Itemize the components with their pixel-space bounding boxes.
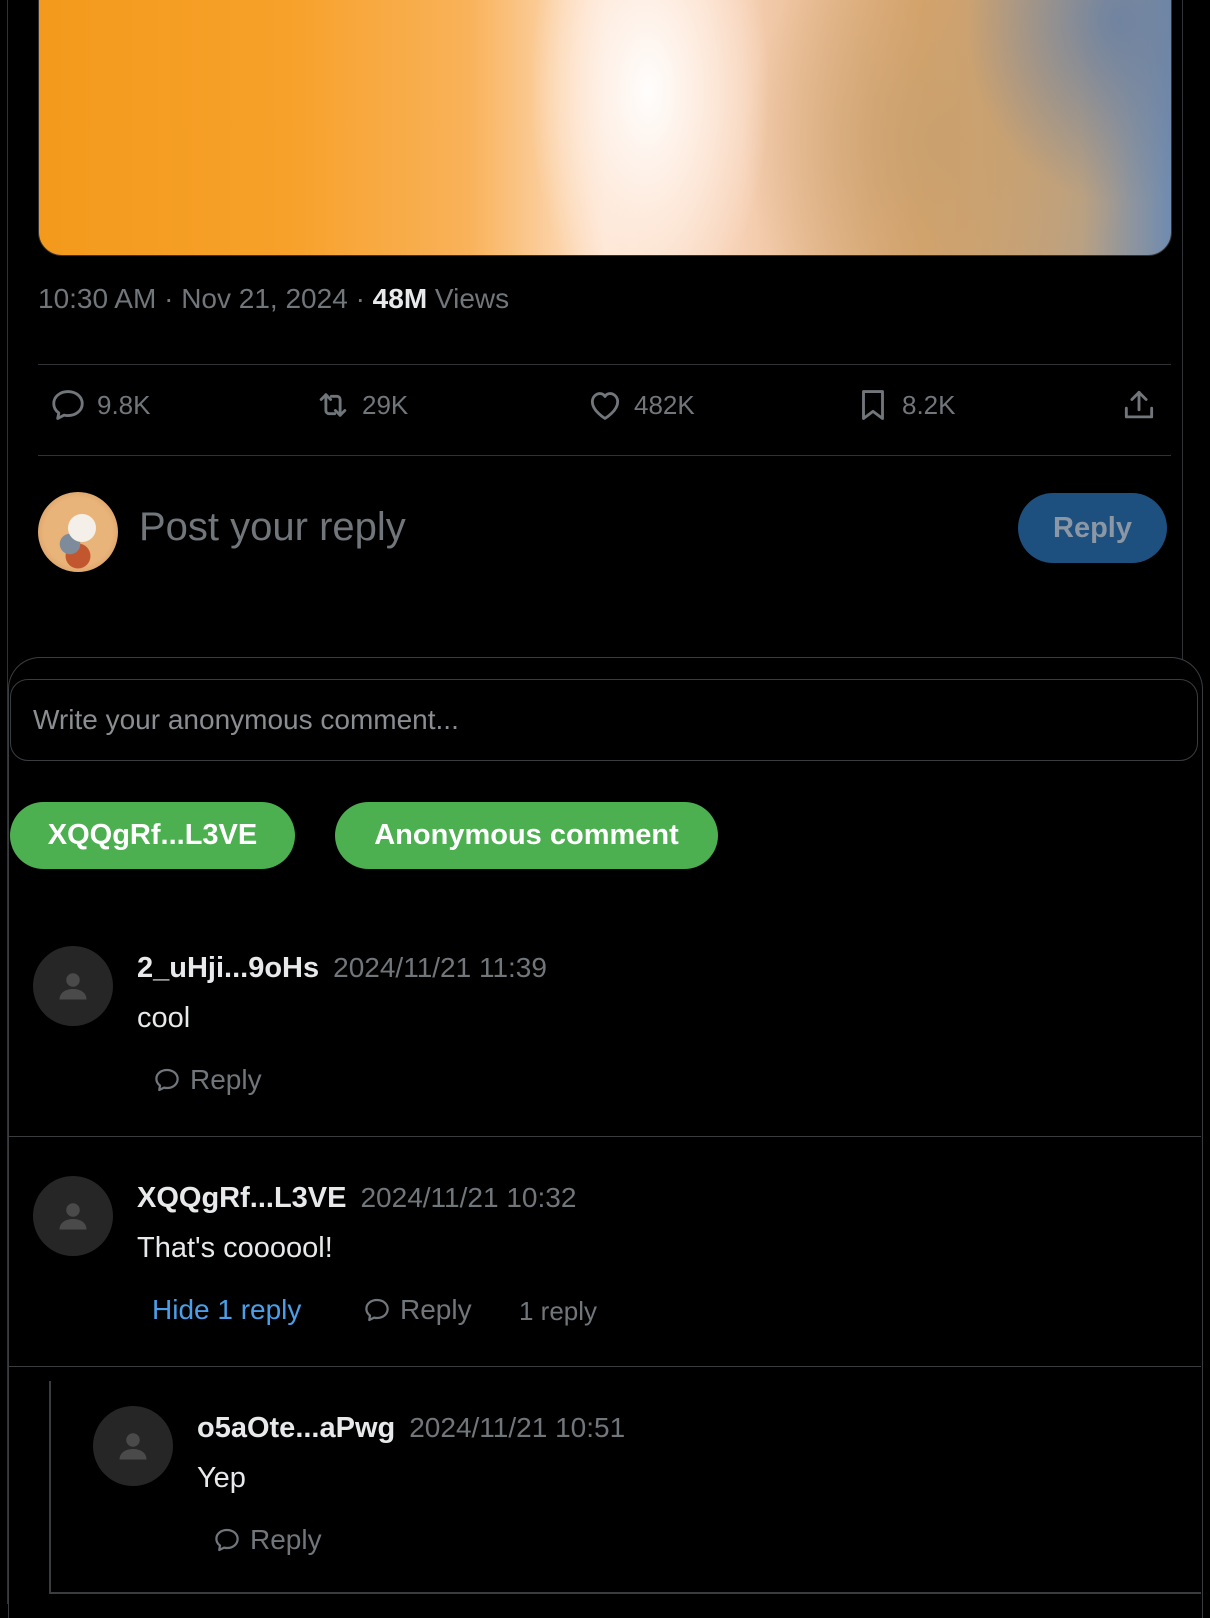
avatar[interactable] xyxy=(93,1406,173,1486)
reply-count: 9.8K xyxy=(97,389,151,420)
heart-icon xyxy=(590,392,620,420)
comment-icon xyxy=(52,390,84,420)
post-date: Nov 21, 2024 xyxy=(181,283,348,314)
like-count: 482K xyxy=(634,389,695,420)
bookmark-action[interactable]: 8.2K xyxy=(854,385,956,425)
divider xyxy=(38,364,1171,365)
comment-reply-button[interactable]: Reply xyxy=(362,1294,472,1326)
share-action[interactable] xyxy=(1120,385,1158,425)
comment-text: Yep xyxy=(197,1462,246,1494)
comment-icon xyxy=(215,1528,239,1552)
user-address-pill[interactable]: XQQgRf...L3VE xyxy=(10,802,295,869)
repost-action[interactable]: 29K xyxy=(314,385,408,425)
views-count: 48M xyxy=(372,283,428,314)
post-meta: 10:30 AM · Nov 21, 2024 · 48M Views xyxy=(38,283,509,315)
comment-separator xyxy=(8,1136,1201,1137)
post-time: 10:30 AM xyxy=(38,283,157,314)
hide-replies-link[interactable]: Hide 1 reply xyxy=(152,1294,301,1326)
comment-text: That's coooool! xyxy=(137,1232,333,1264)
anonymous-comment-input[interactable] xyxy=(10,679,1198,761)
thread-border xyxy=(49,1592,1201,1594)
reply-composer-input[interactable]: Post your reply xyxy=(139,505,406,550)
share-icon xyxy=(1124,390,1154,419)
divider xyxy=(38,455,1171,456)
comment-author[interactable]: o5aOte...aPwg 2024/11/21 10:51 xyxy=(197,1412,625,1445)
user-avatar[interactable] xyxy=(38,492,118,572)
user-icon xyxy=(59,1203,87,1230)
meta-separator: · xyxy=(164,283,182,314)
post-media-image[interactable] xyxy=(38,0,1172,256)
reply-label: Reply xyxy=(400,1294,472,1325)
comment-text: cool xyxy=(137,1002,191,1034)
anonymous-comment-button[interactable]: Anonymous comment xyxy=(335,802,718,869)
views-label: Views xyxy=(434,283,510,314)
like-action[interactable]: 482K xyxy=(586,385,695,425)
reply-label: Reply xyxy=(250,1524,322,1555)
author-name[interactable]: XQQgRf...L3VE xyxy=(137,1182,346,1214)
reply-label: Reply xyxy=(190,1064,262,1095)
comment-timestamp: 2024/11/21 11:39 xyxy=(333,952,547,983)
comment-separator xyxy=(8,1366,1201,1367)
user-icon xyxy=(119,1433,147,1460)
author-name[interactable]: 2_uHji...9oHs xyxy=(137,952,319,984)
reply-button[interactable]: Reply xyxy=(1018,493,1167,563)
user-icon xyxy=(59,973,87,1000)
repost-count: 29K xyxy=(362,389,409,420)
comment-author[interactable]: XQQgRf...L3VE 2024/11/21 10:32 xyxy=(137,1182,576,1215)
comment-timestamp: 2024/11/21 10:32 xyxy=(360,1182,577,1213)
thread-line xyxy=(49,1381,51,1593)
repost-icon xyxy=(319,393,347,417)
meta-separator: · xyxy=(355,283,373,314)
reply-action[interactable]: 9.8K xyxy=(49,385,151,425)
comment-reply-button[interactable]: Reply xyxy=(152,1064,262,1096)
avatar[interactable] xyxy=(33,946,113,1026)
avatar[interactable] xyxy=(33,1176,113,1256)
bookmark-count: 8.2K xyxy=(902,389,956,420)
reply-count-label: 1 reply xyxy=(519,1296,598,1326)
comment-reply-button[interactable]: Reply xyxy=(212,1524,322,1556)
comment-author[interactable]: 2_uHji...9oHs 2024/11/21 11:39 xyxy=(137,952,547,985)
bookmark-icon xyxy=(862,390,884,420)
comment-icon xyxy=(155,1068,179,1092)
comment-timestamp: 2024/11/21 10:51 xyxy=(409,1412,626,1443)
author-name[interactable]: o5aOte...aPwg xyxy=(197,1412,395,1444)
comment-icon xyxy=(365,1298,389,1322)
right-border xyxy=(1182,0,1183,660)
